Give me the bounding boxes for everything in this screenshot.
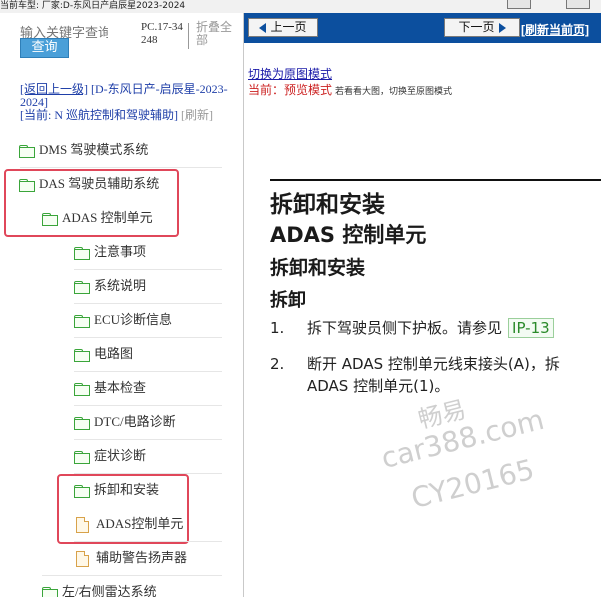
divider: [74, 439, 222, 440]
prev-page-button[interactable]: 上一页: [248, 18, 318, 37]
tree-item-precautions[interactable]: 注意事项: [74, 242, 146, 262]
divider: [42, 575, 222, 576]
page-toolbar: 上一页 下一页 [刷新当前页]: [244, 13, 601, 43]
doc-heading-4: 拆卸: [270, 290, 306, 311]
switch-original-mode-link[interactable]: 切换为原图模式: [248, 65, 332, 82]
divider: [20, 167, 222, 168]
reference-link[interactable]: IP-13: [508, 318, 554, 338]
divider: [74, 269, 222, 270]
arrow-right-icon: [498, 22, 506, 33]
tree-item-wiring-diagram[interactable]: 电路图: [74, 344, 133, 364]
view-mode-label: 当前：预览模式: [248, 83, 333, 97]
folder-icon: [19, 144, 35, 158]
tree-item-radar-system[interactable]: 左/右侧雷达系统: [42, 582, 157, 597]
folder-icon: [74, 416, 90, 430]
view-mode-hint: 若看看大图，切换至原图模式: [335, 86, 453, 96]
tree-item-ecu-diagnosis[interactable]: ECU诊断信息: [74, 310, 172, 330]
folder-icon: [74, 246, 90, 260]
watermark: car388.com: [378, 402, 548, 476]
folder-icon: [42, 586, 58, 597]
folder-icon: [74, 314, 90, 328]
divider: [74, 337, 222, 338]
refresh-page-link[interactable]: [刷新当前页]: [521, 21, 589, 38]
folder-icon: [74, 450, 90, 464]
step-2: 2. 断开 ADAS 控制单元线束接头(A)，拆 ADAS 控制单元(1)。: [270, 355, 560, 395]
divider: [74, 405, 222, 406]
document-code: PC.17-34248: [141, 21, 183, 46]
tree-item-symptom-diagnosis[interactable]: 症状诊断: [74, 446, 146, 466]
document-rule: [270, 179, 601, 181]
query-button[interactable]: 查询: [20, 38, 69, 58]
divider: [74, 371, 222, 372]
doc-heading-1: 拆卸和安装: [270, 192, 385, 218]
tree-item-basic-inspection[interactable]: 基本检查: [74, 378, 146, 398]
separator: [188, 23, 189, 49]
watermark: CY20165: [408, 452, 538, 516]
divider: [74, 541, 222, 542]
arrow-left-icon: [259, 22, 267, 33]
tree-item-dms[interactable]: DMS 驾驶模式系统: [19, 140, 148, 160]
content-pane: 上一页 下一页 [刷新当前页] 切换为原图模式 当前：预览模式 若看看大图，切换…: [244, 13, 601, 597]
folder-icon: [74, 280, 90, 294]
document-icon: [76, 551, 89, 568]
view-mode-status: 当前：预览模式 若看看大图，切换至原图模式: [248, 81, 452, 98]
vehicle-info-text: 当前车型: 厂家:D-东风日产启辰星2023-2024: [0, 1, 186, 11]
back-link[interactable]: [返回上一级]: [20, 82, 88, 96]
breadcrumb-current: [当前: N 巡航控制和驾驶辅助]: [20, 108, 178, 122]
doc-heading-2: ADAS 控制单元: [270, 223, 427, 247]
highlight-box: [4, 169, 179, 237]
tree-item-warning-speaker[interactable]: 辅助警告扬声器: [76, 548, 187, 568]
tree-item-system-description[interactable]: 系统说明: [74, 276, 146, 296]
window-button[interactable]: [507, 0, 531, 9]
tree-item-dtc-diagnosis[interactable]: DTC/电路诊断: [74, 412, 176, 432]
navigation-pane: 查询 PC.17-34248 折叠全部 [返回上一级] [D-东风日产-启辰星-…: [0, 13, 244, 597]
window-button[interactable]: [566, 0, 590, 9]
folder-icon: [74, 348, 90, 362]
vehicle-info-strip: 当前车型: 厂家:D-东风日产启辰星2023-2024: [0, 0, 601, 13]
next-page-button[interactable]: 下一页: [444, 18, 520, 37]
collapse-all-link[interactable]: 折叠全部: [196, 21, 238, 47]
step-1: 1. 拆下驾驶员侧下护板。请参见 IP-13: [270, 317, 554, 339]
refresh-link[interactable]: [刷新]: [181, 108, 213, 122]
highlight-box: [57, 474, 189, 544]
doc-heading-3: 拆卸和安装: [270, 257, 366, 279]
folder-icon: [74, 382, 90, 396]
breadcrumb: [返回上一级] [D-东风日产-启辰星-2023-2024] [当前: N 巡航…: [20, 83, 242, 122]
divider: [74, 303, 222, 304]
